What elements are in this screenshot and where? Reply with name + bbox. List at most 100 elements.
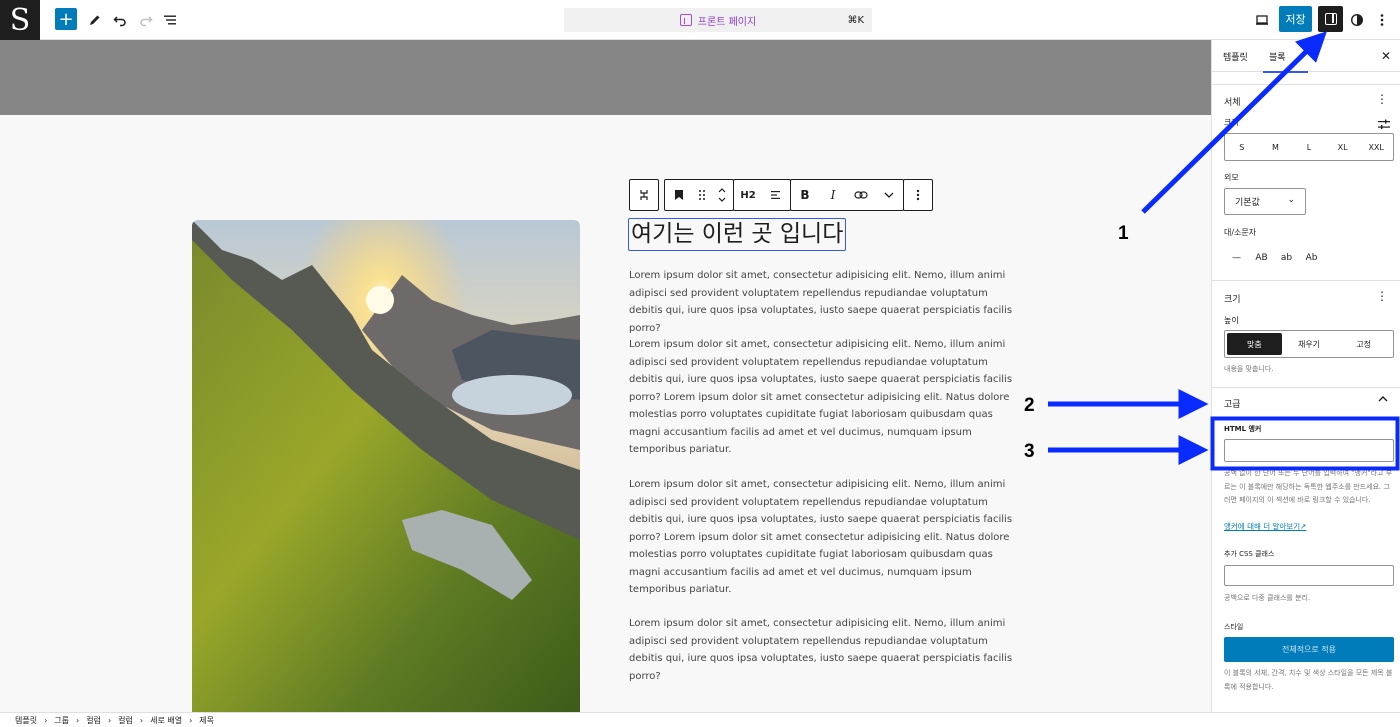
- breadcrumb-item[interactable]: 그룹: [54, 715, 69, 726]
- document-title: 프론트 페이지: [697, 16, 757, 28]
- dimensions-title: 크기: [1224, 295, 1241, 305]
- redo-icon[interactable]: [134, 8, 158, 32]
- tab-block[interactable]: 블록: [1263, 40, 1307, 73]
- block-breadcrumb: 템플릿 › 그룹 › 컬럼 › 컬럼 › 세로 배열 › 제목: [0, 712, 1400, 727]
- pencil-icon[interactable]: [83, 8, 107, 32]
- font-size-option[interactable]: L: [1292, 134, 1326, 160]
- apply-globally-button[interactable]: 전체적으로 적용: [1224, 637, 1394, 662]
- appearance-select[interactable]: 기본값 ⌄: [1224, 188, 1306, 215]
- parent-block-group: [629, 179, 659, 211]
- settings-sidebar: 템플릿 블록 ✕ 서체 ⋮ 크기 S M L XL XXL 외모 기본값 ⌄ 대…: [1211, 40, 1400, 712]
- command-shortcut: ⌘K: [847, 14, 864, 26]
- height-fit-option[interactable]: 맞춤: [1227, 333, 1282, 355]
- drag-handle-icon[interactable]: [693, 180, 711, 210]
- sidebar-tabs: 템플릿 블록 ✕: [1212, 40, 1400, 73]
- align-icon[interactable]: [762, 180, 790, 210]
- mountain-sunset-image[interactable]: [192, 220, 580, 712]
- css-help-text: 공백으로 다중 클래스를 분리.: [1224, 594, 1311, 602]
- command-palette-button[interactable]: 프론트 페이지 ⌘K: [564, 8, 872, 32]
- font-size-option[interactable]: XXL: [1359, 134, 1393, 160]
- bookmark-icon[interactable]: [665, 180, 693, 210]
- appearance-label: 외모: [1224, 173, 1239, 182]
- dimensions-options-icon[interactable]: ⋮: [1376, 289, 1388, 303]
- paragraph-block[interactable]: Lorem ipsum dolor sit amet, consectetur …: [629, 267, 1019, 337]
- save-button[interactable]: 저장: [1279, 6, 1312, 32]
- selected-heading-block[interactable]: 여기는 이런 곳 입니다: [628, 218, 847, 251]
- block-controls-group: [664, 179, 734, 211]
- heading-level-button[interactable]: H2: [734, 180, 762, 210]
- font-size-label: 크기: [1224, 118, 1239, 127]
- chevron-down-icon: ⌄: [1287, 195, 1295, 205]
- typography-title: 서체: [1224, 98, 1241, 108]
- settings-panel-icon[interactable]: [1318, 6, 1343, 32]
- chevron-right-icon: ›: [107, 715, 112, 725]
- tab-template[interactable]: 템플릿: [1223, 40, 1248, 72]
- select-parent-icon[interactable]: [630, 180, 658, 210]
- height-help-text: 내용을 맞춥니다.: [1224, 365, 1274, 373]
- breadcrumb-item[interactable]: 템플릿: [15, 715, 37, 726]
- paragraph-block[interactable]: Lorem ipsum dolor sit amet, consectetur …: [629, 615, 1019, 685]
- paragraph-block[interactable]: Lorem ipsum dolor sit amet, consectetur …: [629, 476, 1019, 599]
- link-icon[interactable]: [847, 180, 875, 210]
- external-link-icon: ↗: [1300, 522, 1307, 531]
- html-anchor-help-text: 공백 없이 한 단어 또는 두 단어를 입력하여 "앵커"라고 부르는 이 블록…: [1224, 469, 1393, 504]
- breadcrumb-item-current: 제목: [199, 715, 215, 725]
- advanced-panel-toggle[interactable]: 고급: [1224, 397, 1241, 410]
- block-options-icon[interactable]: [904, 180, 932, 210]
- appearance-value: 기본값: [1235, 198, 1260, 208]
- bold-button[interactable]: B: [791, 180, 819, 210]
- block-toolbar: H2 B I: [629, 179, 933, 211]
- case-none-button[interactable]: —: [1224, 250, 1249, 265]
- additional-css-input[interactable]: [1224, 565, 1394, 586]
- breadcrumb-item[interactable]: 세로 배열: [150, 715, 182, 726]
- undo-icon[interactable]: [108, 8, 132, 32]
- apply-globally-help-text: 이 블록의 서체, 간격, 치수 및 색상 스타일을 모든 제목 블록에 적용합…: [1224, 669, 1393, 691]
- kebab-menu-icon[interactable]: [1370, 8, 1394, 32]
- chevron-down-icon[interactable]: [875, 180, 903, 210]
- chevron-right-icon: ›: [139, 715, 144, 725]
- chevron-right-icon: ›: [76, 715, 80, 725]
- editor-canvas[interactable]: H2 B I 여기는 이런 곳 입니다 Lorem ipsum dolor si…: [0, 40, 1211, 712]
- paragraph-block[interactable]: Lorem ipsum dolor sit amet, consectetur …: [629, 336, 1019, 459]
- divider: [1212, 280, 1400, 281]
- format-controls-group: B I: [790, 179, 904, 211]
- add-block-button[interactable]: +: [55, 8, 77, 30]
- html-anchor-input[interactable]: [1224, 439, 1394, 462]
- anchor-learn-more-label: 앵커에 대해 더 알아보기: [1224, 522, 1301, 531]
- desktop-preview-icon[interactable]: [1250, 8, 1274, 32]
- height-fill-option[interactable]: 채우기: [1282, 333, 1337, 355]
- divider: [1212, 84, 1400, 85]
- typography-options-icon[interactable]: ⋮: [1376, 92, 1388, 106]
- case-upper-button[interactable]: AB: [1249, 250, 1274, 265]
- divider: [1212, 387, 1400, 388]
- font-size-option[interactable]: M: [1259, 134, 1293, 160]
- height-fixed-option[interactable]: 고정: [1336, 333, 1391, 355]
- style-label: 스타일: [1224, 623, 1244, 631]
- height-label: 높이: [1224, 316, 1239, 325]
- italic-button[interactable]: I: [819, 180, 847, 210]
- move-up-down-icon[interactable]: [711, 180, 733, 210]
- letter-case-label: 대/소문자: [1224, 228, 1257, 237]
- font-size-option[interactable]: S: [1225, 134, 1259, 160]
- letter-case-control: — AB ab Ab: [1224, 250, 1324, 265]
- header-template-part[interactable]: [0, 40, 1211, 115]
- case-lower-button[interactable]: ab: [1274, 250, 1299, 265]
- options-group: [903, 179, 933, 211]
- font-size-option[interactable]: XL: [1326, 134, 1360, 160]
- case-capitalize-button[interactable]: Ab: [1299, 250, 1324, 265]
- site-logo-button[interactable]: S: [0, 0, 40, 40]
- html-anchor-label: HTML 앵커: [1224, 425, 1262, 433]
- close-icon[interactable]: ✕: [1381, 49, 1391, 63]
- styles-icon[interactable]: [1345, 8, 1369, 32]
- annotation-number-2: 2: [1024, 395, 1035, 416]
- anchor-learn-more-link[interactable]: 앵커에 대해 더 알아보기↗: [1224, 521, 1306, 532]
- chevron-up-icon[interactable]: [1378, 395, 1388, 406]
- annotation-number-3: 3: [1024, 441, 1035, 462]
- additional-css-label: 추가 CSS 클래스: [1224, 550, 1275, 558]
- chevron-right-icon: ›: [189, 715, 193, 725]
- breadcrumb-item[interactable]: 컬럼: [86, 715, 101, 726]
- custom-size-icon[interactable]: [1378, 115, 1390, 134]
- height-toggle-group: 맞춤 채우기 고정: [1224, 330, 1394, 358]
- list-view-icon[interactable]: [158, 8, 182, 32]
- breadcrumb-item[interactable]: 컬럼: [118, 715, 133, 726]
